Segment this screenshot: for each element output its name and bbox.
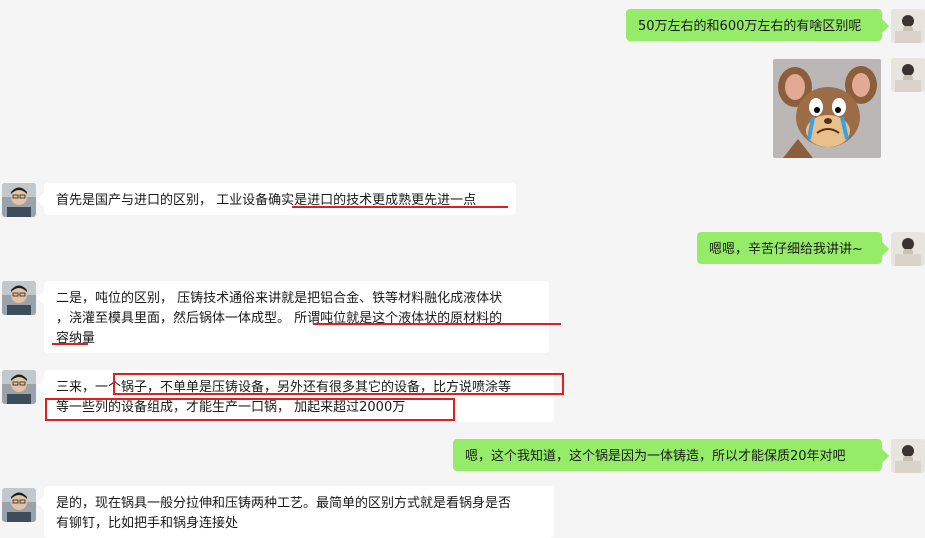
message-line: 容纳量 (56, 331, 96, 346)
message-text: 嗯，这个我知道，这个锅是因为一体铸造，所以才能保质20年对吧 (465, 449, 846, 464)
contact-avatar[interactable] (2, 281, 36, 315)
message-line: 二是，吨位的区别， 压铸技术通俗来讲就是把铝合金、铁等材料融化成液体状 (56, 291, 503, 306)
message-text: 50万左右的和600万左右的有啥区别呢 (638, 19, 862, 34)
highlight-underline (313, 323, 561, 325)
message-text: 嗯嗯，辛苦仔细给我讲讲~ (709, 242, 863, 257)
highlight-box (113, 373, 564, 395)
message-bubble-outgoing[interactable]: 嗯，这个我知道，这个锅是因为一体铸造，所以才能保质20年对吧 (453, 439, 882, 471)
contact-avatar[interactable] (2, 488, 36, 522)
message-bubble-outgoing[interactable]: 嗯嗯，辛苦仔细给我讲讲~ (697, 232, 882, 264)
highlight-underline (52, 343, 88, 345)
highlight-underline (292, 206, 508, 208)
message-bubble-outgoing[interactable]: 50万左右的和600万左右的有啥区别呢 (626, 9, 882, 41)
message-bubble-incoming[interactable]: 首先是国产与进口的区别， 工业设备确实是进口的技术更成熟更先进一点 (44, 183, 516, 215)
crying-mouse-sticker[interactable] (773, 59, 881, 158)
contact-avatar[interactable] (2, 370, 36, 404)
message-bubble-incoming[interactable]: 是的，现在锅具一般分拉伸和压铸两种工艺。最简单的区别方式就是看锅身是否 有铆钉，… (44, 486, 554, 538)
self-avatar[interactable] (891, 9, 925, 43)
self-avatar[interactable] (891, 439, 925, 473)
highlight-box (45, 398, 455, 421)
message-line: 有铆钉，比如把手和锅身连接处 (56, 516, 239, 531)
message-bubble-incoming[interactable]: 二是，吨位的区别， 压铸技术通俗来讲就是把铝合金、铁等材料融化成液体状 ，浇灌至… (44, 281, 549, 353)
message-line: ，浇灌至模具里面，然后锅体一体成型。 所谓吨位就是这个液体状的原材料的 (56, 311, 503, 326)
self-avatar[interactable] (891, 58, 925, 92)
contact-avatar[interactable] (2, 183, 36, 217)
self-avatar[interactable] (891, 232, 925, 266)
message-line: 是的，现在锅具一般分拉伸和压铸两种工艺。最简单的区别方式就是看锅身是否 (56, 496, 512, 511)
